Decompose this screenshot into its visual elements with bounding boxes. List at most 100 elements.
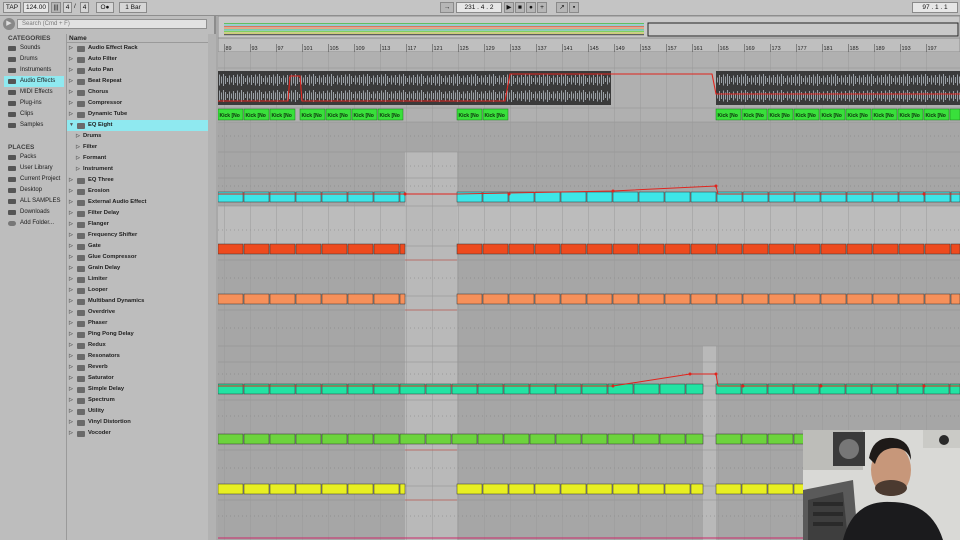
quantize-dropdown[interactable]: 1 Bar <box>119 2 147 13</box>
loop-position[interactable]: 97 . 1 . 1 <box>912 2 958 13</box>
follow-button[interactable]: → <box>440 2 454 13</box>
expand-arrow-icon[interactable]: ▷ <box>69 296 73 307</box>
signature-numerator[interactable]: 4 <box>63 2 72 13</box>
expand-arrow-icon[interactable]: ▷ <box>69 241 73 252</box>
browser-item-compressor[interactable]: ▷ Compressor <box>67 98 208 109</box>
browser-item-chorus[interactable]: ▷ Chorus <box>67 87 208 98</box>
collapse-arrow-icon[interactable]: ▼ <box>69 120 74 131</box>
record-icon[interactable]: ● <box>526 2 536 13</box>
category-sounds[interactable]: Sounds <box>4 43 64 54</box>
category-samples[interactable]: Samples <box>4 120 64 131</box>
expand-arrow-icon[interactable]: ▷ <box>69 362 73 373</box>
expand-arrow-icon[interactable]: ▷ <box>69 109 73 120</box>
browser-item-vocoder[interactable]: ▷ Vocoder <box>67 428 208 439</box>
add-folder-button[interactable]: Add Folder... <box>4 218 64 229</box>
expand-arrow-icon[interactable]: ▷ <box>76 164 80 175</box>
tempo-field[interactable]: 124.00 <box>23 2 49 13</box>
expand-arrow-icon[interactable]: ▷ <box>69 373 73 384</box>
browser-item-filter-delay[interactable]: ▷ Filter Delay <box>67 208 208 219</box>
plus-icon[interactable]: + <box>537 2 547 13</box>
browser-item-external-audio-effect[interactable]: ▷ External Audio Effect <box>67 197 208 208</box>
expand-arrow-icon[interactable]: ▷ <box>69 208 73 219</box>
browser-item-auto-filter[interactable]: ▷ Auto Filter <box>67 54 208 65</box>
browser-item-utility[interactable]: ▷ Utility <box>67 406 208 417</box>
expand-arrow-icon[interactable]: ▷ <box>69 54 73 65</box>
place-downloads[interactable]: Downloads <box>4 207 64 218</box>
expand-arrow-icon[interactable]: ▷ <box>69 384 73 395</box>
expand-arrow-icon[interactable]: ▷ <box>69 65 73 76</box>
expand-arrow-icon[interactable]: ▷ <box>69 230 73 241</box>
expand-arrow-icon[interactable]: ▷ <box>69 87 73 98</box>
automation-arm-icon[interactable]: ▪ <box>569 2 579 13</box>
expand-arrow-icon[interactable]: ▷ <box>69 76 73 87</box>
browser-item-grain-delay[interactable]: ▷ Grain Delay <box>67 263 208 274</box>
expand-arrow-icon[interactable]: ▷ <box>69 285 73 296</box>
expand-arrow-icon[interactable]: ▷ <box>69 219 73 230</box>
name-column-header[interactable]: Name <box>67 34 208 43</box>
expand-arrow-icon[interactable]: ▷ <box>69 307 73 318</box>
play-icon[interactable]: ▶ <box>504 2 514 13</box>
expand-arrow-icon[interactable]: ▷ <box>69 340 73 351</box>
expand-arrow-icon[interactable]: ▷ <box>69 417 73 428</box>
place-current-project[interactable]: Current Project <box>4 174 64 185</box>
signature-denominator[interactable]: 4 <box>80 2 89 13</box>
category-drums[interactable]: Drums <box>4 54 64 65</box>
browser-item-limiter[interactable]: ▷ Limiter <box>67 274 208 285</box>
browser-item-redux[interactable]: ▷ Redux <box>67 340 208 351</box>
browser-item-formant[interactable]: ▷ Formant <box>67 153 208 164</box>
expand-arrow-icon[interactable]: ▷ <box>76 142 80 153</box>
browser-item-audio-effect-rack[interactable]: ▷ Audio Effect Rack <box>67 43 208 54</box>
draw-mode-icon[interactable]: ↗ <box>556 2 568 13</box>
expand-arrow-icon[interactable]: ▷ <box>69 43 73 54</box>
browser-item-spectrum[interactable]: ▷ Spectrum <box>67 395 208 406</box>
expand-arrow-icon[interactable]: ▷ <box>69 186 73 197</box>
browser-item-multiband-dynamics[interactable]: ▷ Multiband Dynamics <box>67 296 208 307</box>
browser-item-erosion[interactable]: ▷ Erosion <box>67 186 208 197</box>
category-midi-effects[interactable]: MIDI Effects <box>4 87 64 98</box>
expand-arrow-icon[interactable]: ▷ <box>76 153 80 164</box>
expand-arrow-icon[interactable]: ▷ <box>69 252 73 263</box>
browser-toggle-icon[interactable]: ▶ <box>3 18 15 30</box>
metronome-icon[interactable]: ||| <box>51 2 61 13</box>
expand-arrow-icon[interactable]: ▷ <box>69 175 73 186</box>
search-input[interactable]: Search (Cmd + F) <box>17 19 207 29</box>
browser-item-reverb[interactable]: ▷ Reverb <box>67 362 208 373</box>
expand-arrow-icon[interactable]: ▷ <box>69 329 73 340</box>
browser-item-looper[interactable]: ▷ Looper <box>67 285 208 296</box>
category-clips[interactable]: Clips <box>4 109 64 120</box>
expand-arrow-icon[interactable]: ▷ <box>69 98 73 109</box>
browser-scrollbar[interactable] <box>208 34 216 540</box>
browser-item-gate[interactable]: ▷ Gate <box>67 241 208 252</box>
browser-item-simple-delay[interactable]: ▷ Simple Delay <box>67 384 208 395</box>
browser-item-ping-pong-delay[interactable]: ▷ Ping Pong Delay <box>67 329 208 340</box>
expand-arrow-icon[interactable]: ▷ <box>69 406 73 417</box>
browser-item-phaser[interactable]: ▷ Phaser <box>67 318 208 329</box>
expand-arrow-icon[interactable]: ▷ <box>69 263 73 274</box>
browser-item-auto-pan[interactable]: ▷ Auto Pan <box>67 65 208 76</box>
browser-item-filter[interactable]: ▷ Filter <box>67 142 208 153</box>
browser-item-overdrive[interactable]: ▷ Overdrive <box>67 307 208 318</box>
category-instruments[interactable]: Instruments <box>4 65 64 76</box>
expand-arrow-icon[interactable]: ▷ <box>69 274 73 285</box>
place-packs[interactable]: Packs <box>4 152 64 163</box>
browser-item-frequency-shifter[interactable]: ▷ Frequency Shifter <box>67 230 208 241</box>
browser-item-saturator[interactable]: ▷ Saturator <box>67 373 208 384</box>
expand-arrow-icon[interactable]: ▷ <box>76 131 80 142</box>
stop-icon[interactable]: ■ <box>515 2 525 13</box>
place-desktop[interactable]: Desktop <box>4 185 64 196</box>
expand-arrow-icon[interactable]: ▷ <box>69 318 73 329</box>
expand-arrow-icon[interactable]: ▷ <box>69 197 73 208</box>
browser-item-eq-three[interactable]: ▷ EQ Three <box>67 175 208 186</box>
browser-item-flanger[interactable]: ▷ Flanger <box>67 219 208 230</box>
browser-item-instrument[interactable]: ▷ Instrument <box>67 164 208 175</box>
record-mode[interactable]: O● <box>96 2 114 13</box>
expand-arrow-icon[interactable]: ▷ <box>69 351 73 362</box>
category-plugins[interactable]: Plug-ins <box>4 98 64 109</box>
browser-item-glue-compressor[interactable]: ▷ Glue Compressor <box>67 252 208 263</box>
browser-item-eq-eight[interactable]: ▼ EQ Eight <box>67 120 208 131</box>
browser-item-dynamic-tube[interactable]: ▷ Dynamic Tube <box>67 109 208 120</box>
browser-item-vinyl-distortion[interactable]: ▷ Vinyl Distortion <box>67 417 208 428</box>
browser-item-beat-repeat[interactable]: ▷ Beat Repeat <box>67 76 208 87</box>
tap-button[interactable]: TAP <box>3 2 21 13</box>
place-all-samples[interactable]: ALL SAMPLES <box>4 196 64 207</box>
